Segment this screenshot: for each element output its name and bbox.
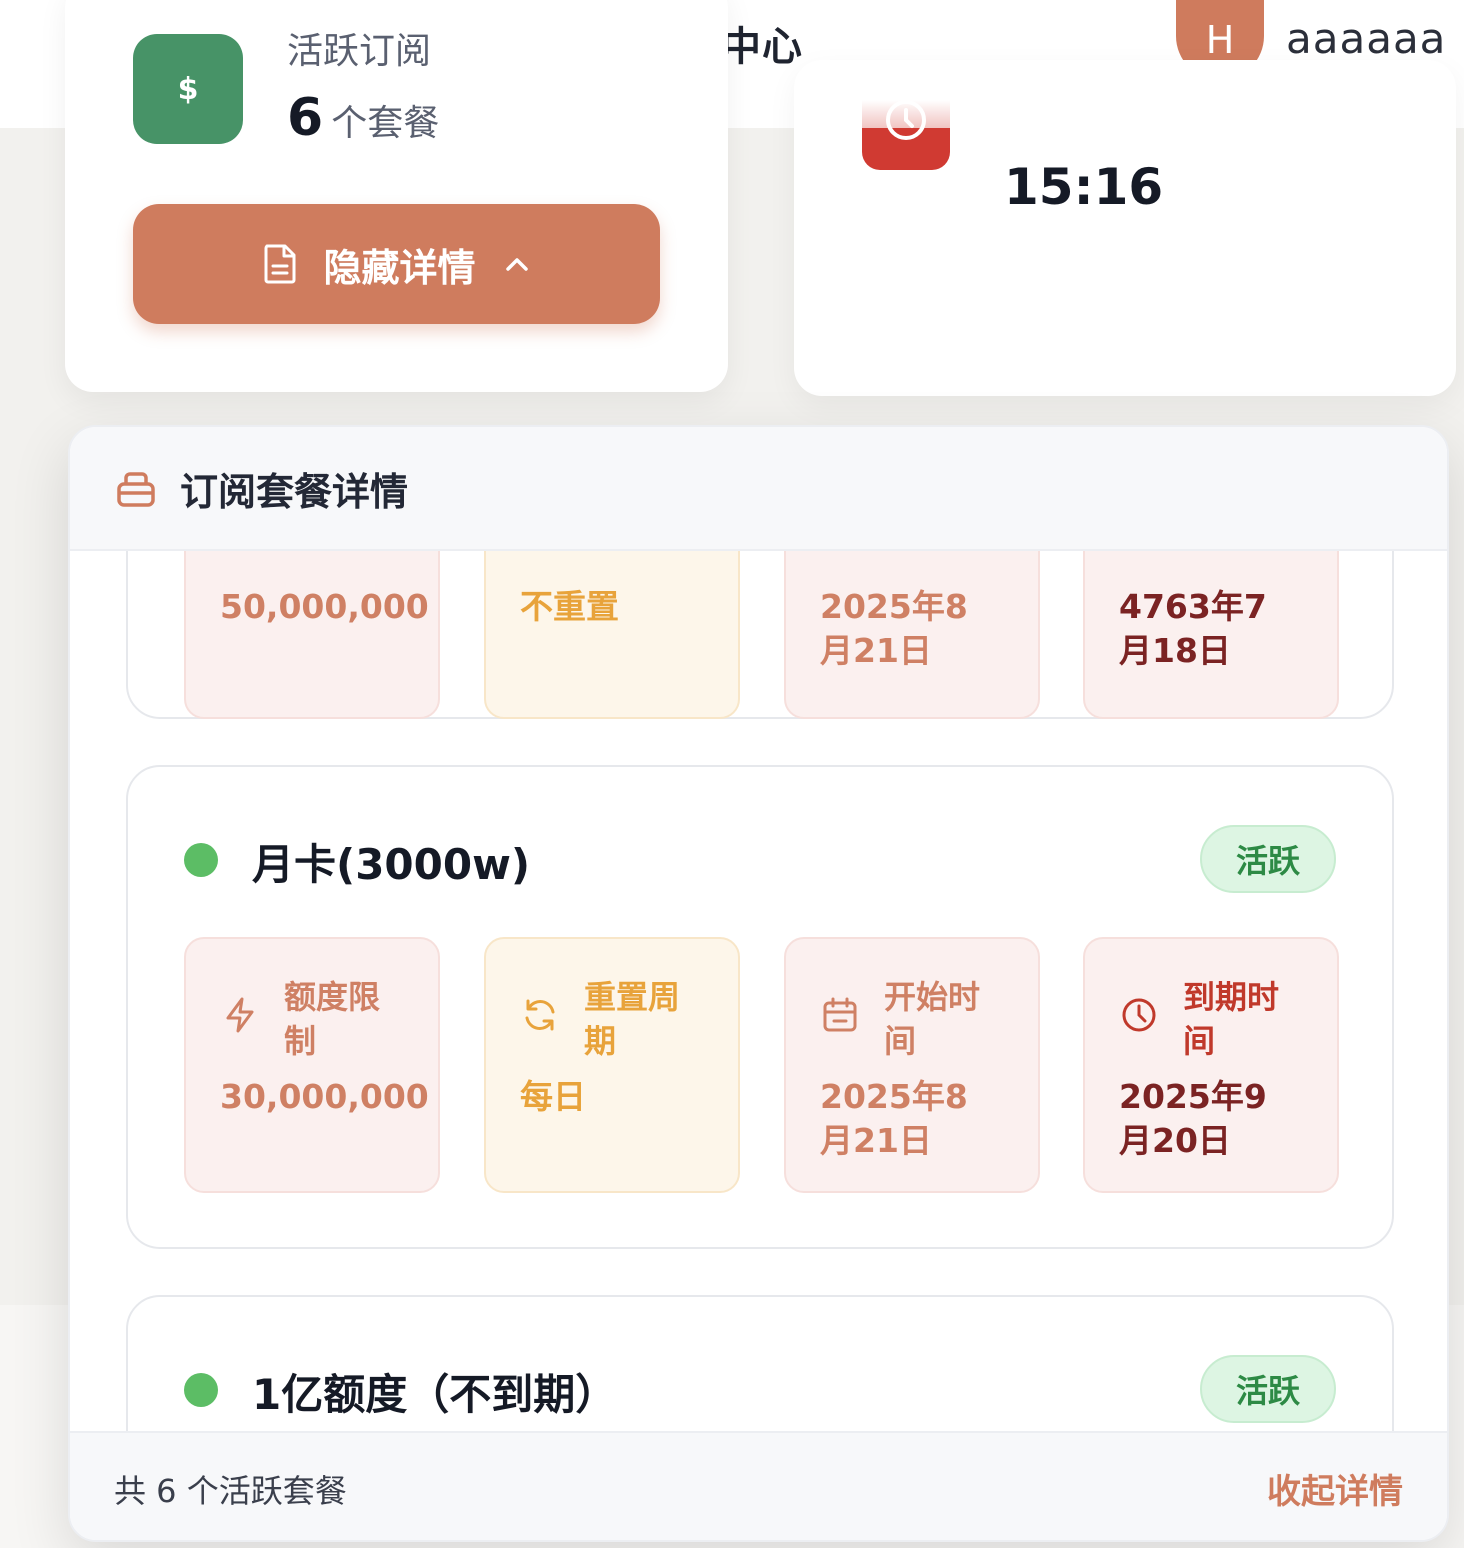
dollar-icon: $	[133, 34, 243, 144]
start-value: 2025年8月21日	[820, 1077, 968, 1160]
plan-list[interactable]: 50,000,000 不重置 2025年8月21日 4763年7月18日 月卡(…	[70, 551, 1447, 1431]
quota-value: 30,000,000	[220, 1077, 429, 1116]
start-label: 开始时间	[884, 978, 981, 1060]
expire-value: 4763年7月18日	[1119, 587, 1267, 670]
start-value: 2025年8月21日	[820, 587, 968, 670]
lightning-icon	[226, 997, 254, 1033]
collapse-details-link[interactable]: 收起详情	[1267, 1464, 1403, 1513]
clock-icon	[1122, 998, 1156, 1032]
plan-card: 月卡(3000w) 活跃 额度限制 30,000,000 重置周期 每日 开始时…	[126, 765, 1394, 1249]
expire-label: 到期时间	[1183, 978, 1280, 1060]
expire-tile: 到期时间 2025年9月20日	[1083, 937, 1339, 1193]
expiry-time: 15:16	[1004, 158, 1164, 216]
hide-details-button[interactable]: 隐藏详情	[133, 204, 660, 324]
username[interactable]: aaaaaa	[1286, 14, 1446, 63]
plan-name: 1亿额度（不到期）	[252, 1370, 618, 1419]
expire-tile: 4763年7月18日	[1083, 551, 1339, 719]
plan-card: 50,000,000 不重置 2025年8月21日 4763年7月18日	[126, 551, 1394, 719]
active-count: 6	[287, 88, 324, 148]
header-fade	[794, 100, 1456, 128]
start-tile: 2025年8月21日	[784, 551, 1040, 719]
document-icon	[264, 244, 296, 284]
reset-tile: 重置周期 每日	[484, 937, 740, 1193]
reset-value: 不重置	[520, 587, 619, 626]
quota-tile: 额度限制 30,000,000	[184, 937, 440, 1193]
status-dot	[184, 843, 218, 877]
reset-label: 重置周期	[584, 978, 681, 1060]
subscription-details-panel: 订阅套餐详情 50,000,000 不重置 2025年8月21日 4763年7月…	[68, 425, 1449, 1542]
status-badge: 活跃	[1200, 825, 1336, 893]
plan-name: 月卡(3000w)	[252, 840, 531, 889]
expire-value: 2025年9月20日	[1119, 1077, 1267, 1160]
hide-details-label: 隐藏详情	[323, 245, 476, 290]
plan-count: 共 6 个活跃套餐	[114, 1471, 347, 1510]
quota-value: 50,000,000	[220, 587, 429, 626]
status-badge: 活跃	[1200, 1355, 1336, 1423]
status-dot	[184, 1373, 218, 1407]
active-unit: 个套餐	[331, 103, 440, 144]
panel-title: 订阅套餐详情	[180, 469, 409, 514]
active-subscriptions-card: $ 活跃订阅 6 个套餐 隐藏详情	[65, 0, 728, 392]
panel-header: 订阅套餐详情	[70, 427, 1447, 551]
panel-footer: 共 6 个活跃套餐 收起详情	[70, 1431, 1447, 1540]
calendar-icon	[823, 997, 857, 1032]
reset-tile: 不重置	[484, 551, 740, 719]
active-subscriptions-label: 活跃订阅	[287, 31, 432, 72]
quota-tile: 50,000,000	[184, 551, 440, 719]
refresh-icon	[525, 999, 555, 1031]
start-tile: 开始时间 2025年8月21日	[784, 937, 1040, 1193]
reset-value: 每日	[520, 1077, 586, 1116]
package-icon	[117, 472, 155, 507]
plan-card: 1亿额度（不到期） 活跃	[126, 1295, 1394, 1431]
quota-label: 额度限制	[284, 978, 381, 1060]
active-subscriptions-value: 6 个套餐	[287, 88, 439, 148]
chevron-up-icon	[505, 258, 528, 271]
